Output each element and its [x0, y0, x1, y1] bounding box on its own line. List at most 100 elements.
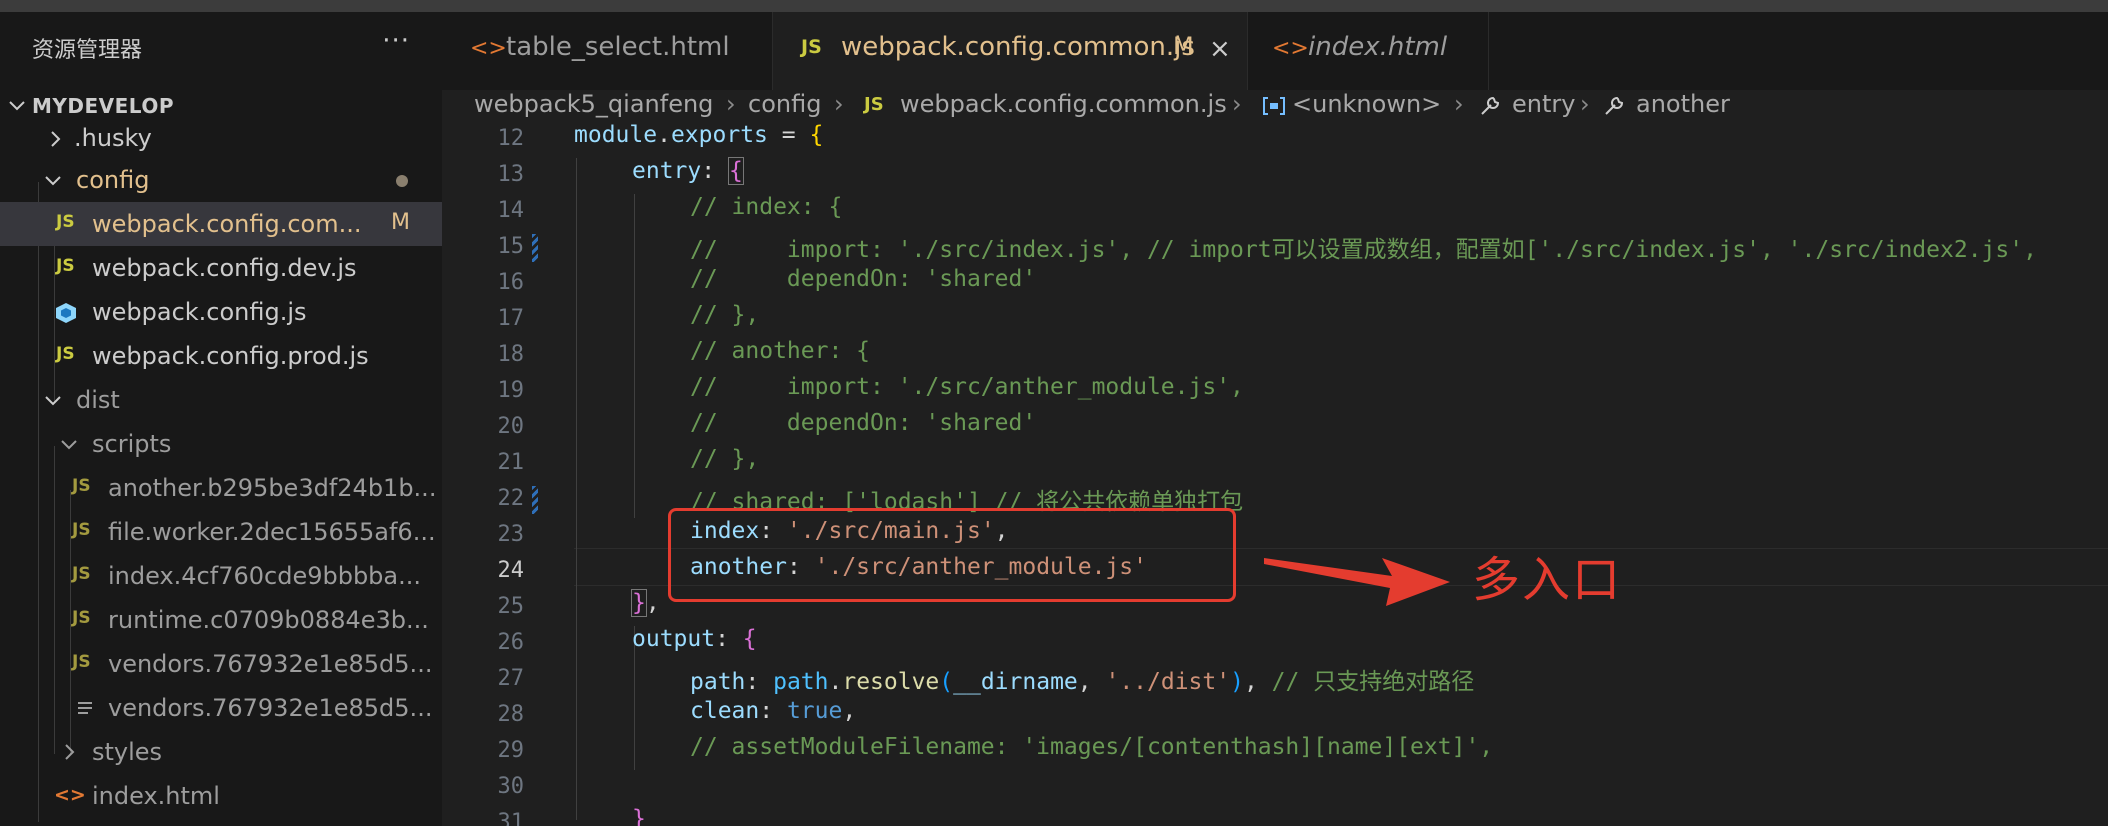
tree-file-runtime[interactable]: JS runtime.c0709b0884e3b... — [0, 598, 442, 642]
token: clean — [690, 698, 760, 724]
workspace-label: MYDEVELOP — [32, 94, 174, 118]
token: entry — [632, 158, 702, 184]
line-number: 19 — [497, 378, 525, 403]
code-line: // }, — [690, 446, 760, 472]
more-actions-icon[interactable]: ··· — [382, 26, 410, 56]
line-number: 15 — [497, 234, 525, 259]
breadcrumb-item[interactable]: another — [1636, 90, 1730, 118]
explorer-header: 资源管理器 ··· — [0, 12, 442, 82]
js-file-icon: JS — [56, 256, 75, 276]
tab-table-select-html[interactable]: <> table_select.html — [442, 12, 773, 94]
code-line: // }, — [690, 302, 760, 328]
code-line: // assetModuleFilename: 'images/[content… — [690, 734, 1494, 760]
chevron-down-icon — [45, 396, 61, 406]
line-number-gutter: 12 13 14 15 16 17 18 19 20 21 22 23 24 2… — [442, 122, 525, 826]
tree-file-vendors-license[interactable]: vendors.767932e1e85d5... — [0, 686, 442, 730]
code-line: // index: { — [690, 194, 843, 220]
code-line: } — [632, 806, 646, 826]
tree-item-label: webpack.config.com... — [92, 210, 362, 238]
tree-file-webpack-config[interactable]: webpack.config.js — [0, 290, 442, 334]
tree-folder-dist[interactable]: dist — [0, 378, 442, 422]
breadcrumb-item[interactable]: webpack5_qianfeng — [474, 90, 713, 118]
annotation-label: 多入口 — [1472, 552, 1623, 608]
breadcrumb-item[interactable]: <unknown> — [1292, 90, 1441, 118]
token: . — [657, 122, 671, 148]
token: . — [828, 669, 843, 695]
workspace-section-header[interactable]: MYDEVELOP — [0, 90, 442, 122]
tree-file-another[interactable]: JS another.b295be3df24b1b... — [0, 466, 442, 510]
chevron-down-icon — [61, 440, 77, 450]
token: '../dist' — [1105, 669, 1231, 695]
line-number: 28 — [497, 702, 525, 727]
tree-item-label: runtime.c0709b0884e3b... — [108, 606, 429, 634]
line-number-current: 24 — [497, 558, 525, 583]
tree-item-label: vendors.767932e1e85d5... — [108, 694, 433, 722]
tree-file-vendors-js[interactable]: JS vendors.767932e1e85d5... — [0, 642, 442, 686]
token: __dirname — [953, 669, 1078, 695]
line-number: 12 — [497, 126, 525, 151]
tree-file-index-bundle[interactable]: JS index.4cf760cde9bbbba... — [0, 554, 442, 598]
chevron-down-icon — [45, 176, 61, 186]
code-line: entry: { — [632, 157, 744, 194]
wrench-icon — [1605, 96, 1624, 115]
token: ( — [939, 669, 954, 695]
tree-item-label: config — [76, 166, 150, 194]
close-icon[interactable]: × — [1209, 34, 1231, 64]
code-editor[interactable]: 12 13 14 15 16 17 18 19 20 21 22 23 24 2… — [442, 122, 2108, 826]
breadcrumb: webpack5_qianfeng › config › JS webpack.… — [442, 90, 2108, 122]
chevron-right-icon: › — [1232, 90, 1242, 118]
code-line: // dependOn: 'shared' — [690, 266, 1037, 292]
code-line: path: path.resolve(__dirname, '../dist')… — [690, 662, 1474, 698]
tree-file-webpack-config-common[interactable]: JS webpack.config.com... M — [0, 202, 442, 246]
webpack-cube-icon — [56, 303, 76, 323]
tab-webpack-config-common[interactable]: JS webpack.config.common.js M × — [773, 12, 1248, 94]
code-line: clean: true, — [690, 698, 856, 734]
tree-item-label: index.4cf760cde9bbbba... — [108, 562, 422, 590]
line-number: 13 — [497, 162, 525, 187]
line-number: 25 — [497, 594, 525, 619]
line-number: 18 — [497, 342, 525, 367]
modified-badge: M — [391, 210, 410, 235]
tree-item-label: file.worker.2dec15655af6... — [108, 518, 436, 546]
token: : — [701, 158, 729, 184]
token: , — [1243, 669, 1272, 695]
token: : — [745, 669, 774, 695]
breadcrumb-item[interactable]: entry — [1512, 90, 1575, 118]
line-number: 14 — [497, 198, 525, 223]
js-file-icon: JS — [864, 94, 884, 115]
tree-file-file-worker[interactable]: JS file.worker.2dec15655af6... — [0, 510, 442, 554]
line-number: 22 — [497, 486, 525, 511]
code-line: }, — [631, 589, 660, 626]
chevron-down-icon — [9, 101, 25, 111]
tree-folder-styles[interactable]: styles — [0, 730, 442, 774]
tree-file-index-html[interactable]: <> index.html — [0, 774, 442, 818]
tree-item-label: .husky — [74, 124, 152, 152]
token: : — [759, 698, 787, 724]
chevron-right-icon — [51, 131, 61, 147]
breadcrumb-item[interactable]: webpack.config.common.js — [900, 90, 1227, 118]
tree-item-label: scripts — [92, 430, 172, 458]
line-number: 29 — [497, 738, 525, 763]
tree-folder-husky[interactable]: .husky — [0, 122, 442, 158]
tree-folder-scripts[interactable]: scripts — [0, 422, 442, 466]
code-line: module.exports = { — [574, 122, 823, 158]
html-file-icon: <> — [54, 784, 86, 806]
tree-folder-config[interactable]: config — [0, 158, 442, 202]
modified-dot-icon — [396, 175, 408, 187]
tab-label: table_select.html — [506, 32, 730, 62]
js-file-icon: JS — [72, 652, 91, 672]
tab-index-html[interactable]: <> index.html — [1248, 12, 1489, 94]
git-change-marker — [532, 234, 538, 262]
tree-item-label: webpack.config.prod.js — [92, 342, 369, 370]
line-number: 23 — [497, 522, 525, 547]
line-number: 30 — [497, 774, 525, 799]
tree-file-webpack-config-dev[interactable]: JS webpack.config.dev.js — [0, 246, 442, 290]
indent-guide — [634, 194, 635, 518]
token: } — [631, 589, 647, 617]
tree-file-webpack-config-prod[interactable]: JS webpack.config.prod.js — [0, 334, 442, 378]
js-file-icon: JS — [72, 608, 91, 628]
breadcrumb-item[interactable]: config — [748, 90, 821, 118]
tree-item-label: styles — [92, 738, 163, 766]
js-file-icon: JS — [72, 476, 91, 496]
chevron-right-icon: › — [1454, 90, 1464, 118]
